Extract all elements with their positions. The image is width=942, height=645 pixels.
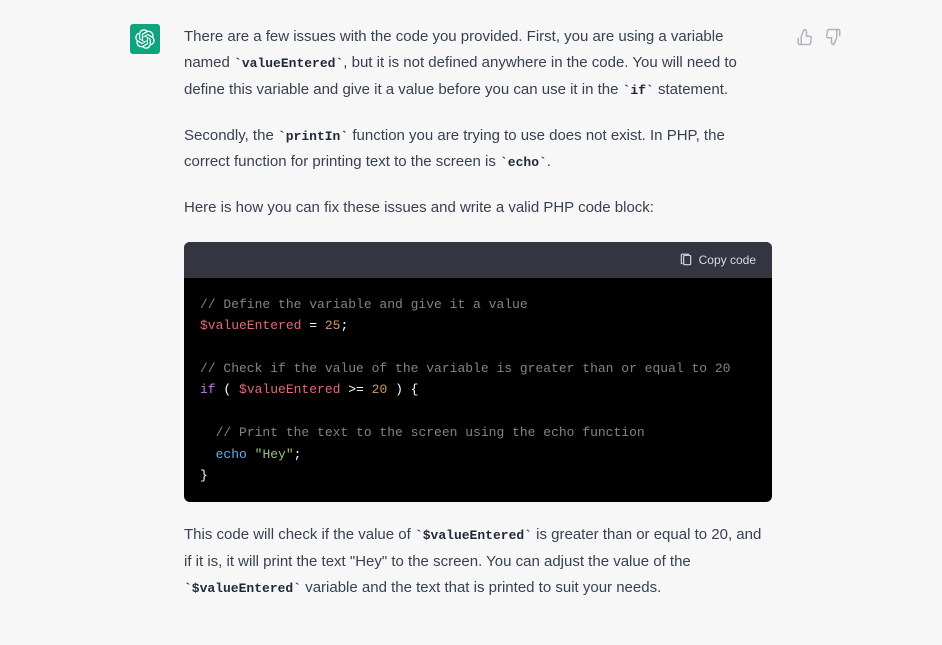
code-line: // Print the text to the screen using th…	[200, 422, 756, 443]
inline-code: `printIn`	[278, 129, 348, 144]
code-block: Copy code // Define the variable and giv…	[184, 242, 772, 503]
code-line: // Check if the value of the variable is…	[200, 358, 756, 379]
paragraph-3: Here is how you can fix these issues and…	[184, 195, 772, 221]
text-span: .	[547, 153, 551, 170]
code-line: }	[200, 465, 756, 486]
code-line	[200, 336, 756, 357]
inline-code: `$valueEntered`	[415, 528, 532, 543]
text-span: statement.	[654, 81, 728, 98]
code-line: echo "Hey";	[200, 444, 756, 465]
thumbs-down-button[interactable]	[824, 28, 842, 46]
inline-code: `valueEntered`	[234, 56, 343, 71]
copy-code-label: Copy code	[699, 253, 756, 267]
paragraph-4: This code will check if the value of `$v…	[184, 522, 772, 601]
code-line: $valueEntered = 25;	[200, 315, 756, 336]
text-span: variable and the text that is printed to…	[301, 579, 661, 596]
message-content: There are a few issues with the code you…	[184, 24, 772, 621]
paragraph-2: Secondly, the `printIn` function you are…	[184, 123, 772, 176]
copy-code-button[interactable]: Copy code	[679, 253, 756, 267]
inline-code: `$valueEntered`	[184, 581, 301, 596]
code-header: Copy code	[184, 242, 772, 278]
clipboard-icon	[679, 253, 693, 267]
inline-code: `if`	[623, 83, 654, 98]
code-line: // Define the variable and give it a val…	[200, 294, 756, 315]
assistant-avatar	[130, 24, 160, 54]
thumbs-up-button[interactable]	[796, 28, 814, 46]
thumbs-down-icon	[824, 28, 842, 46]
code-line: if ( $valueEntered >= 20 ) {	[200, 379, 756, 400]
inline-code: `echo`	[500, 155, 547, 170]
code-body: // Define the variable and give it a val…	[184, 278, 772, 503]
text-span: Secondly, the	[184, 127, 278, 144]
message-actions	[796, 24, 842, 621]
code-line	[200, 401, 756, 422]
paragraph-1: There are a few issues with the code you…	[184, 24, 772, 103]
text-span: This code will check if the value of	[184, 526, 415, 543]
thumbs-up-icon	[796, 28, 814, 46]
